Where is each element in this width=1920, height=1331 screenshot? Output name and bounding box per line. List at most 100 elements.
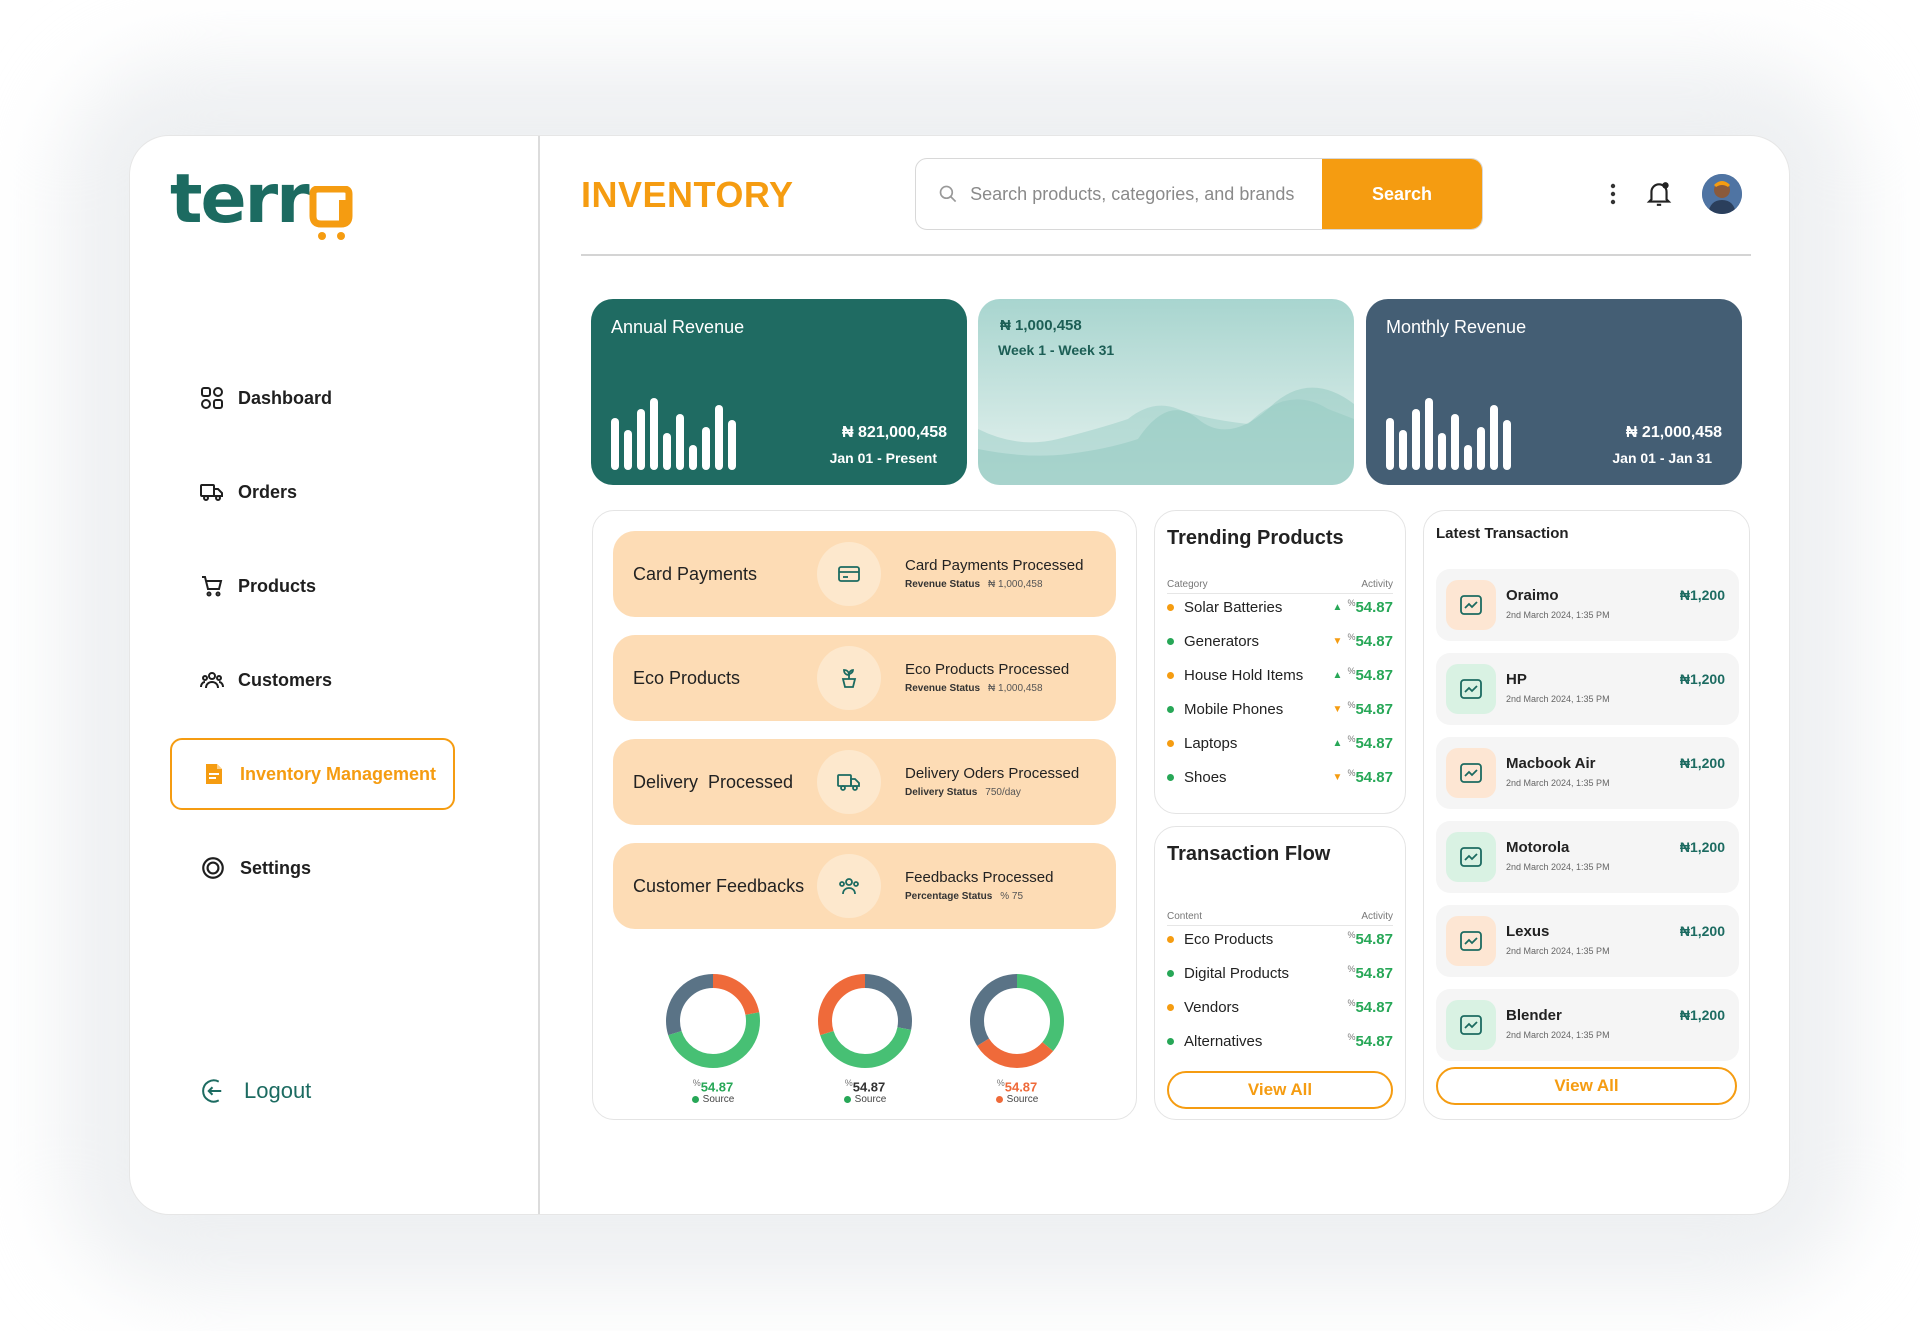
donut-number: 54.87 [1004,1079,1038,1095]
trending-name: Solar Batteries [1184,598,1283,616]
monthly-revenue-amount: ₦ 21,000,458 [1625,424,1722,441]
trending-number: 54.87 [1355,667,1393,684]
customer-feedbacks-row[interactable]: Customer Feedbacks Feedbacks Processed P… [613,843,1116,929]
brand-logo[interactable]: terr [170,166,353,246]
more-vertical-icon[interactable] [1610,182,1616,206]
transactions-view-all-button[interactable]: View All [1436,1067,1737,1105]
donut-source: Source [967,1094,1067,1105]
transaction-row[interactable]: HP 2nd March 2024, 1:35 PM ₦1,200 [1436,653,1739,725]
flow-row[interactable]: Digital Products %54.87 [1167,963,1393,983]
category-dot [1167,705,1174,713]
search-icon [939,185,957,203]
trending-name: Generators [1184,632,1260,650]
content-dot [1167,935,1174,943]
truck-icon [817,750,881,814]
sidebar-item-settings[interactable]: Settings [170,832,455,904]
flow-row[interactable]: Eco Products %54.87 [1167,929,1393,949]
trending-row[interactable]: Mobile Phones ▼ %54.87 [1167,699,1393,719]
transaction-row[interactable]: Blender 2nd March 2024, 1:35 PM ₦1,200 [1436,989,1739,1061]
revenue-bar [637,409,645,470]
transaction-flow-panel: Transaction Flow Content Activity Eco Pr… [1154,826,1406,1120]
payment-row-title: Delivery Processed [633,772,794,792]
payment-status-value: % 75 [1000,891,1024,902]
card-payments-row[interactable]: Card Payments Card Payments Processed Re… [613,531,1116,617]
flow-column-headers: Content Activity [1167,911,1393,926]
trending-row[interactable]: Laptops ▲ %54.87 [1167,733,1393,753]
source-dot [843,1096,851,1104]
payment-status-label: Revenue Status [905,579,981,590]
revenue-bar [1425,398,1433,470]
revenue-bar [1451,414,1459,470]
revenue-bar [1477,427,1485,470]
flow-name: Eco Products [1184,930,1274,948]
sidebar-item-label: Dashboard [238,387,333,408]
sidebar-item-dashboard[interactable]: Dashboard [170,362,455,434]
transaction-row[interactable]: Oraimo 2nd March 2024, 1:35 PM ₦1,200 [1436,569,1739,641]
trending-number: 54.87 [1355,633,1393,650]
flow-number: 54.87 [1355,1033,1393,1050]
donut-unit: % [844,1078,853,1088]
eco-products-row[interactable]: Eco Products Eco Products Processed Reve… [613,635,1116,721]
sidebar-item-products[interactable]: Products [170,550,455,622]
chart-line-icon [1446,832,1496,882]
transaction-row[interactable]: Macbook Air 2nd March 2024, 1:35 PM ₦1,200 [1436,737,1739,809]
sidebar-item-inventory-management[interactable]: Inventory Management [170,738,455,810]
trending-products-title: Trending Products [1167,527,1344,549]
sidebar-item-customers[interactable]: Customers [170,644,455,716]
annual-revenue-card[interactable]: Annual Revenue ₦ 821,000,458 Jan 01 - Pr… [591,299,967,485]
sidebar-item-orders[interactable]: Orders [170,456,455,528]
monthly-revenue-card[interactable]: Monthly Revenue ₦ 21,000,458 Jan 01 - Ja… [1366,299,1742,485]
transaction-amount: ₦1,200 [1679,839,1725,855]
search-button[interactable]: Search [1322,159,1482,229]
category-dot [1167,739,1174,747]
transaction-date: 2nd March 2024, 1:35 PM [1506,694,1610,704]
header-actions [1610,174,1742,214]
revenue-bar [1464,445,1472,470]
trending-row[interactable]: House Hold Items ▲ %54.87 [1167,665,1393,685]
sidebar: terr Dashboard Orders Products Customers… [130,136,540,1214]
weekly-revenue-wave [978,387,1354,485]
payment-status-label: Revenue Status [905,683,981,694]
latest-transaction-title: Latest Transaction [1436,525,1569,542]
donut-source: Source [815,1094,915,1105]
sidebar-item-label: Orders [238,481,298,502]
logout-icon [202,1079,222,1103]
monthly-revenue-label: Monthly Revenue [1386,317,1527,337]
trending-row[interactable]: Generators ▼ %54.87 [1167,631,1393,651]
transaction-row[interactable]: Lexus 2nd March 2024, 1:35 PM ₦1,200 [1436,905,1739,977]
delivery-processed-row[interactable]: Delivery Processed Delivery Oders Proces… [613,739,1116,825]
payment-row-status: Revenue Status ₦ 1,000,458 [905,683,1043,694]
donut-source-label: Source [1006,1094,1039,1106]
donut-unit: % [692,1078,701,1088]
transaction-row[interactable]: Motorola 2nd March 2024, 1:35 PM ₦1,200 [1436,821,1739,893]
trending-row[interactable]: Solar Batteries ▲ %54.87 [1167,597,1393,617]
donut-value: %54.87 [815,1078,915,1094]
flow-view-all-button[interactable]: View All [1167,1071,1393,1109]
avatar[interactable] [1702,174,1742,214]
transaction-name: Motorola [1506,839,1570,856]
annual-revenue-amount: ₦ 821,000,458 [842,424,947,441]
sidebar-item-label: Customers [238,669,333,690]
payment-row-processed: Eco Products Processed [905,661,1070,678]
payment-status-value: ₦ 1,000,458 [988,579,1043,590]
category-dot [1167,603,1174,611]
flow-row[interactable]: Alternatives %54.87 [1167,1031,1393,1051]
flow-row[interactable]: Vendors %54.87 [1167,997,1393,1017]
trending-row[interactable]: Shoes ▼ %54.87 [1167,767,1393,787]
search-bar: Search [915,158,1483,230]
notification-bell-icon[interactable] [1646,180,1672,208]
search-input[interactable] [970,183,1322,205]
donut-ring [818,974,912,1068]
weekly-revenue-card[interactable]: ₦ 1,000,458 Week 1 - Week 31 [978,299,1354,485]
revenue-bar [1438,433,1446,470]
source-dot [691,1096,699,1104]
flow-value: %54.87 [1347,998,1393,1016]
transaction-date: 2nd March 2024, 1:35 PM [1506,610,1610,620]
people-icon [817,854,881,918]
logout-button[interactable]: Logout [200,1076,311,1106]
card-icon [817,542,881,606]
chart-line-icon [1446,664,1496,714]
gear-icon [202,857,224,879]
transaction-name: Lexus [1506,923,1550,940]
revenue-bar [1412,409,1420,470]
